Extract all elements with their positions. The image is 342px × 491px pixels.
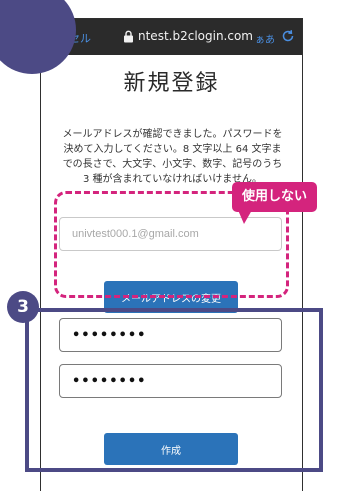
text-size-button[interactable]: ぁあ [255,31,275,46]
step-number-badge: 3 [7,291,39,323]
url-text[interactable]: ntest.b2clogin.com [138,29,253,43]
page-title: 新規登録 [123,71,220,96]
step-3-highlight [25,308,323,472]
browser-address-bar: ャンセル ntest.b2clogin.com ぁあ [41,19,302,55]
callout-pointer [238,210,252,224]
password-instructions: メールアドレスが確認できました。パスワードを決めて入力してください。8 文字以上… [62,129,283,185]
page: ャンセル ntest.b2clogin.com ぁあ 新規登録 メールアドレスが… [0,0,342,491]
reload-icon[interactable] [280,28,296,44]
lock-icon [124,30,133,43]
not-used-callout: 使用しない [232,182,317,212]
